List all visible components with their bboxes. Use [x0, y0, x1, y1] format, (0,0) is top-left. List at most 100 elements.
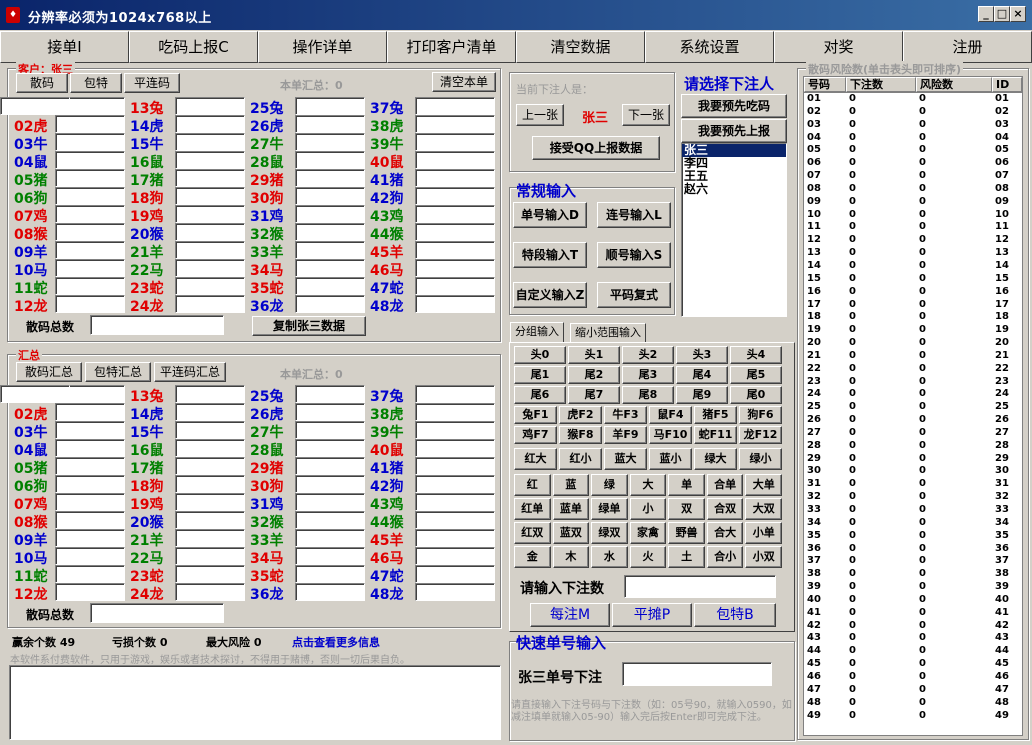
table-row[interactable]: 47 0 0 47: [804, 684, 1022, 697]
table-row[interactable]: 30 0 0 30: [804, 465, 1022, 478]
tab-baote-total[interactable]: 包特汇总: [85, 362, 151, 382]
menu-clear[interactable]: 清空数据: [516, 31, 645, 63]
group-button[interactable]: 红单: [514, 498, 551, 520]
order-number-field[interactable]: [415, 241, 495, 259]
group-button[interactable]: 合单: [706, 474, 744, 496]
order-number-field[interactable]: [175, 133, 245, 151]
order-number-field[interactable]: [295, 115, 365, 133]
order-number-field[interactable]: [295, 151, 365, 169]
group-button[interactable]: 头1: [568, 346, 620, 364]
order-number-field[interactable]: [295, 223, 365, 241]
order-number-field[interactable]: [55, 295, 125, 313]
group-button[interactable]: 小单: [745, 522, 782, 544]
group-button[interactable]: 大双: [745, 498, 782, 520]
group-button[interactable]: 马F10: [649, 426, 692, 444]
totals-number-field[interactable]: [55, 457, 125, 475]
order-number-field[interactable]: [0, 97, 70, 115]
totals-number-field[interactable]: [415, 475, 495, 493]
group-button[interactable]: 金: [514, 546, 551, 568]
group-button[interactable]: 尾5: [730, 366, 782, 384]
order-number-field[interactable]: [295, 205, 365, 223]
order-number-field[interactable]: [175, 97, 245, 115]
group-button[interactable]: 家禽: [629, 522, 667, 544]
totals-number-field[interactable]: [295, 421, 365, 439]
group-button[interactable]: 绿: [591, 474, 628, 496]
menu-register[interactable]: 注册: [903, 31, 1032, 63]
group-button[interactable]: 兔F1: [514, 406, 557, 424]
order-number-field[interactable]: [415, 205, 495, 223]
baote-button[interactable]: 包特B: [694, 603, 776, 627]
totals-number-field[interactable]: [415, 439, 495, 457]
order-number-field[interactable]: [175, 205, 245, 223]
order-number-field[interactable]: [55, 115, 125, 133]
totals-number-field[interactable]: [295, 511, 365, 529]
order-number-field[interactable]: [295, 259, 365, 277]
list-item[interactable]: 赵六: [682, 183, 786, 196]
totals-number-field[interactable]: [295, 547, 365, 565]
totals-number-field[interactable]: [415, 547, 495, 565]
order-number-field[interactable]: [415, 169, 495, 187]
group-button[interactable]: 绿单: [591, 498, 628, 520]
group-button[interactable]: 猴F8: [559, 426, 602, 444]
group-button[interactable]: 羊F9: [604, 426, 647, 444]
totals-number-field[interactable]: [415, 583, 495, 601]
menu-report[interactable]: 吃码上报C: [129, 31, 258, 63]
table-row[interactable]: 21 0 0 21: [804, 350, 1022, 363]
table-row[interactable]: 29 0 0 29: [804, 453, 1022, 466]
table-row[interactable]: 15 0 0 15: [804, 273, 1022, 286]
group-button[interactable]: 合小: [706, 546, 744, 568]
pre-report-button[interactable]: 我要预先上报: [681, 119, 787, 143]
table-row[interactable]: 17 0 0 17: [804, 299, 1022, 312]
order-number-field[interactable]: [55, 205, 125, 223]
menu-take-order[interactable]: 接单I: [0, 31, 129, 63]
group-button[interactable]: 蛇F11: [694, 426, 737, 444]
risk-table[interactable]: 号码 下注数 风险数 ID 01 0 0 01 02 0 0 02 03 0 0 03 04 0 0 04 05…: [803, 76, 1023, 736]
totals-number-field[interactable]: [295, 583, 365, 601]
totals-number-field[interactable]: [295, 493, 365, 511]
group-button[interactable]: 合双: [706, 498, 744, 520]
table-row[interactable]: 18 0 0 18: [804, 311, 1022, 324]
table-row[interactable]: 32 0 0 32: [804, 491, 1022, 504]
table-row[interactable]: 36 0 0 36: [804, 543, 1022, 556]
table-row[interactable]: 09 0 0 09: [804, 196, 1022, 209]
totals-number-field[interactable]: [415, 529, 495, 547]
order-number-field[interactable]: [415, 97, 495, 115]
order-number-field[interactable]: [415, 277, 495, 295]
order-number-field[interactable]: [295, 133, 365, 151]
order-number-field[interactable]: [175, 115, 245, 133]
totals-number-field[interactable]: [55, 547, 125, 565]
group-button[interactable]: 猪F5: [694, 406, 737, 424]
order-number-field[interactable]: [55, 187, 125, 205]
order-number-field[interactable]: [415, 187, 495, 205]
group-button[interactable]: 尾4: [676, 366, 728, 384]
clear-order-button[interactable]: 清空本单: [432, 72, 496, 92]
totals-number-field[interactable]: [55, 403, 125, 421]
serial-input-button[interactable]: 连号输入L: [597, 202, 671, 228]
tab-group-input[interactable]: 分组输入: [510, 322, 564, 343]
group-button[interactable]: 木: [552, 546, 590, 568]
group-button[interactable]: 蓝双: [552, 522, 590, 544]
totals-number-field[interactable]: [175, 529, 245, 547]
totals-number-field[interactable]: [0, 385, 70, 403]
totals-number-field[interactable]: [175, 475, 245, 493]
bettor-list[interactable]: 张三 李四 王五 赵六: [681, 143, 787, 317]
group-button[interactable]: 尾9: [676, 386, 728, 404]
order-number-field[interactable]: [55, 259, 125, 277]
group-button[interactable]: 尾0: [730, 386, 782, 404]
table-row[interactable]: 49 0 0 49: [804, 710, 1022, 723]
tab-baote[interactable]: 包特: [70, 73, 122, 93]
table-row[interactable]: 02 0 0 02: [804, 106, 1022, 119]
table-row[interactable]: 31 0 0 31: [804, 478, 1022, 491]
totals-number-field[interactable]: [415, 511, 495, 529]
order-number-field[interactable]: [55, 151, 125, 169]
order-number-field[interactable]: [295, 277, 365, 295]
group-button[interactable]: 头4: [730, 346, 782, 364]
table-row[interactable]: 45 0 0 45: [804, 658, 1022, 671]
table-row[interactable]: 40 0 0 40: [804, 594, 1022, 607]
tab-narrow-input[interactable]: 缩小范围输入: [570, 323, 646, 343]
group-button[interactable]: 头3: [676, 346, 728, 364]
quick-bet-field[interactable]: [622, 662, 772, 686]
bet-amount-field[interactable]: [624, 575, 776, 598]
group-button[interactable]: 大: [629, 474, 667, 496]
flat-combo-button[interactable]: 平码复式: [597, 282, 671, 308]
